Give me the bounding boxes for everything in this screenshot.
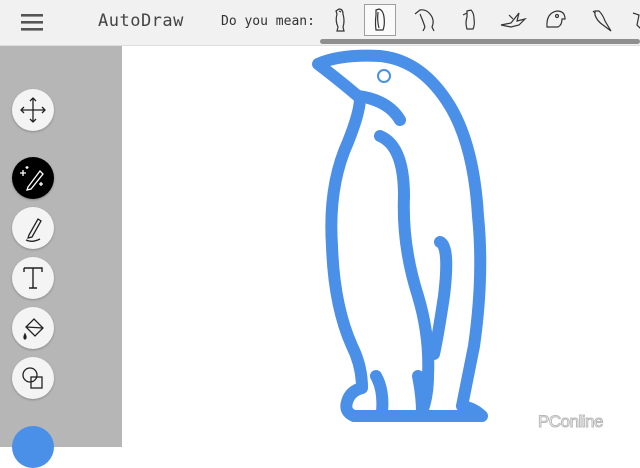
watermark-text: PConline bbox=[538, 412, 605, 432]
app-title: AutoDraw bbox=[98, 11, 184, 31]
fill-tool-button[interactable] bbox=[12, 307, 54, 349]
suggestion-penguin-walking[interactable] bbox=[409, 4, 441, 36]
shape-tool-button[interactable] bbox=[12, 357, 54, 399]
suggestion-prompt: Do you mean: bbox=[221, 14, 315, 29]
color-picker-button[interactable] bbox=[12, 426, 54, 468]
shapes-icon bbox=[22, 367, 43, 389]
hamburger-menu-icon[interactable] bbox=[20, 12, 46, 34]
move-arrows-icon bbox=[20, 97, 46, 123]
type-tool-button[interactable] bbox=[12, 257, 54, 299]
penguin-drawing bbox=[312, 49, 488, 422]
suggestion-penguin-emperor[interactable] bbox=[364, 4, 396, 36]
move-tool-button[interactable] bbox=[12, 89, 54, 131]
drawing-canvas[interactable] bbox=[122, 46, 640, 447]
suggestion-bird-flying[interactable] bbox=[496, 4, 528, 36]
magic-pencil-icon bbox=[20, 166, 44, 191]
autodraw-tool-button[interactable] bbox=[12, 157, 54, 199]
suggestion-penguin-standing[interactable] bbox=[324, 4, 356, 36]
suggestion-strip bbox=[322, 2, 640, 40]
suggestion-scrollbar[interactable] bbox=[320, 39, 640, 44]
paint-bucket-icon bbox=[23, 318, 44, 340]
suggestion-parrot-perched[interactable] bbox=[586, 4, 618, 36]
suggestion-bird-partial[interactable] bbox=[628, 4, 640, 36]
pencil-icon bbox=[25, 218, 42, 242]
tool-sidebar bbox=[0, 46, 122, 468]
text-T-icon bbox=[23, 267, 43, 289]
suggestion-parrot-head[interactable] bbox=[540, 4, 572, 36]
suggestion-penguin-small[interactable] bbox=[454, 4, 486, 36]
watermark-logo: PConline bbox=[538, 412, 638, 442]
top-bar: AutoDraw Do you mean: bbox=[0, 0, 640, 46]
draw-tool-button[interactable] bbox=[12, 207, 54, 249]
